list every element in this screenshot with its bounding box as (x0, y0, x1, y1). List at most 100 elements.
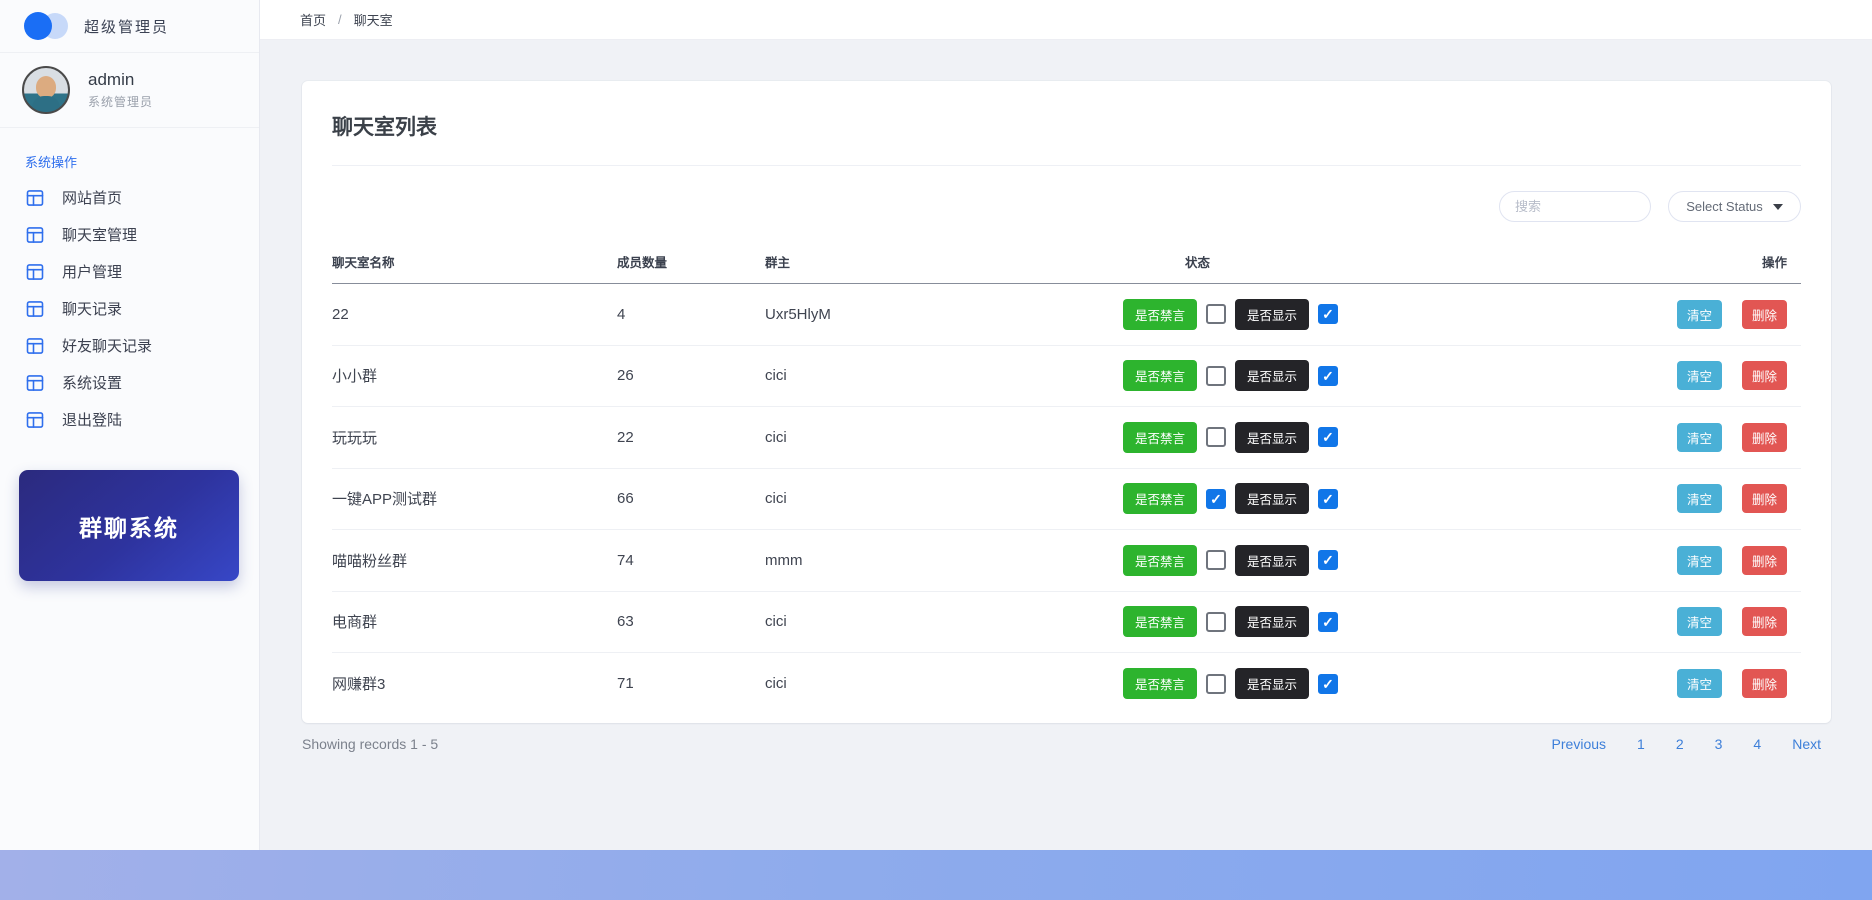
table-row: 喵喵粉丝群 74 mmm 是否禁言 是否显示 清空 删除 (332, 530, 1801, 592)
actions-cell: 清空 删除 (1651, 361, 1801, 390)
mute-checkbox[interactable] (1206, 427, 1226, 447)
sidebar-menu-item[interactable]: 网站首页 (0, 179, 259, 216)
clear-button[interactable]: 清空 (1677, 669, 1722, 698)
table-row: 小小群 26 cici 是否禁言 是否显示 清空 删除 (332, 346, 1801, 408)
chatroom-name: 一键APP测试群 (332, 488, 617, 509)
visible-checkbox[interactable] (1318, 304, 1338, 324)
visible-checkbox[interactable] (1318, 366, 1338, 386)
mute-toggle-button[interactable]: 是否禁言 (1123, 422, 1197, 453)
pagination-next[interactable]: Next (1792, 736, 1821, 752)
sidebar-menu-item[interactable]: 聊天室管理 (0, 216, 259, 253)
mute-checkbox[interactable] (1206, 550, 1226, 570)
header-members: 成员数量 (617, 252, 765, 271)
delete-button[interactable]: 删除 (1742, 361, 1787, 390)
footer-band (0, 850, 1872, 900)
window-icon (25, 225, 45, 245)
actions-cell: 清空 删除 (1651, 300, 1801, 329)
delete-button[interactable]: 删除 (1742, 669, 1787, 698)
sidebar-menu-item[interactable]: 好友聊天记录 (0, 327, 259, 364)
window-icon (25, 299, 45, 319)
delete-button[interactable]: 删除 (1742, 300, 1787, 329)
visible-checkbox[interactable] (1318, 550, 1338, 570)
app-logo-icon (24, 12, 70, 40)
visible-checkbox[interactable] (1318, 612, 1338, 632)
visible-checkbox[interactable] (1318, 489, 1338, 509)
mute-checkbox[interactable] (1206, 489, 1226, 509)
sidebar-menu-item[interactable]: 用户管理 (0, 253, 259, 290)
member-count: 4 (617, 306, 765, 323)
topbar: 首页 / 聊天室 (260, 0, 1872, 40)
clear-button[interactable]: 清空 (1677, 361, 1722, 390)
chatroom-table: 聊天室名称 成员数量 群主 状态 操作 22 4 Uxr5HlyM 是否禁言 是… (332, 242, 1801, 715)
system-name-badge: 群聊系统 (19, 470, 239, 581)
mute-toggle-button[interactable]: 是否禁言 (1123, 360, 1197, 391)
sidebar-menu-item[interactable]: 系统设置 (0, 364, 259, 401)
pagination-page[interactable]: 2 (1676, 736, 1684, 752)
table-header-row: 聊天室名称 成员数量 群主 状态 操作 (332, 242, 1801, 284)
pagination-page[interactable]: 4 (1753, 736, 1761, 752)
member-count: 63 (617, 613, 765, 630)
mute-checkbox[interactable] (1206, 304, 1226, 324)
visible-toggle-button[interactable]: 是否显示 (1235, 606, 1309, 637)
mute-toggle-button[interactable]: 是否禁言 (1123, 606, 1197, 637)
sidebar-menu-item[interactable]: 聊天记录 (0, 290, 259, 327)
clear-button[interactable]: 清空 (1677, 546, 1722, 575)
sidebar-menu-item-label: 好友聊天记录 (62, 335, 152, 356)
mute-checkbox[interactable] (1206, 612, 1226, 632)
pagination-pages: 1 2 3 4 (1637, 736, 1761, 752)
chatroom-name: 玩玩玩 (332, 427, 617, 448)
table-row: 玩玩玩 22 cici 是否禁言 是否显示 清空 删除 (332, 407, 1801, 469)
mute-toggle-button[interactable]: 是否禁言 (1123, 299, 1197, 330)
delete-button[interactable]: 删除 (1742, 546, 1787, 575)
header-status: 状态 (1123, 252, 1651, 271)
mute-checkbox[interactable] (1206, 366, 1226, 386)
clear-button[interactable]: 清空 (1677, 607, 1722, 636)
visible-checkbox[interactable] (1318, 674, 1338, 694)
visible-toggle-button[interactable]: 是否显示 (1235, 360, 1309, 391)
header-owner: 群主 (765, 252, 1123, 271)
owner-name: cici (765, 675, 1123, 692)
visible-toggle-button[interactable]: 是否显示 (1235, 668, 1309, 699)
sidebar: 超级管理员 admin 系统管理员 系统操作 网站首页 聊天室管理 (0, 0, 260, 850)
window-icon (25, 336, 45, 356)
owner-name: cici (765, 613, 1123, 630)
mute-toggle-button[interactable]: 是否禁言 (1123, 545, 1197, 576)
breadcrumb-home[interactable]: 首页 (300, 10, 326, 29)
search-input[interactable] (1499, 191, 1651, 222)
clear-button[interactable]: 清空 (1677, 300, 1722, 329)
mute-checkbox[interactable] (1206, 674, 1226, 694)
status-cell: 是否禁言 是否显示 (1123, 606, 1651, 637)
status-filter-select[interactable]: Select Status (1668, 191, 1801, 222)
visible-toggle-button[interactable]: 是否显示 (1235, 545, 1309, 576)
brand-title: 超级管理员 (84, 16, 169, 37)
delete-button[interactable]: 删除 (1742, 484, 1787, 513)
pagination: Previous 1 2 3 4 Next (1552, 736, 1831, 752)
delete-button[interactable]: 删除 (1742, 423, 1787, 452)
status-cell: 是否禁言 是否显示 (1123, 422, 1651, 453)
chatroom-name: 小小群 (332, 365, 617, 386)
pagination-page[interactable]: 1 (1637, 736, 1645, 752)
member-count: 22 (617, 429, 765, 446)
mute-toggle-button[interactable]: 是否禁言 (1123, 483, 1197, 514)
visible-toggle-button[interactable]: 是否显示 (1235, 422, 1309, 453)
visible-toggle-button[interactable]: 是否显示 (1235, 299, 1309, 330)
pagination-page[interactable]: 3 (1715, 736, 1723, 752)
actions-cell: 清空 删除 (1651, 546, 1801, 575)
owner-name: cici (765, 367, 1123, 384)
sidebar-menu-item-label: 系统设置 (62, 372, 122, 393)
sidebar-menu-item[interactable]: 退出登陆 (0, 401, 259, 438)
delete-button[interactable]: 删除 (1742, 607, 1787, 636)
owner-name: Uxr5HlyM (765, 306, 1123, 323)
window-icon (25, 410, 45, 430)
visible-toggle-button[interactable]: 是否显示 (1235, 483, 1309, 514)
header-actions: 操作 (1651, 252, 1801, 271)
visible-checkbox[interactable] (1318, 427, 1338, 447)
sidebar-menu-item-label: 聊天室管理 (62, 224, 137, 245)
clear-button[interactable]: 清空 (1677, 484, 1722, 513)
mute-toggle-button[interactable]: 是否禁言 (1123, 668, 1197, 699)
clear-button[interactable]: 清空 (1677, 423, 1722, 452)
pagination-previous[interactable]: Previous (1552, 736, 1606, 752)
owner-name: cici (765, 429, 1123, 446)
member-count: 74 (617, 552, 765, 569)
actions-cell: 清空 删除 (1651, 423, 1801, 452)
